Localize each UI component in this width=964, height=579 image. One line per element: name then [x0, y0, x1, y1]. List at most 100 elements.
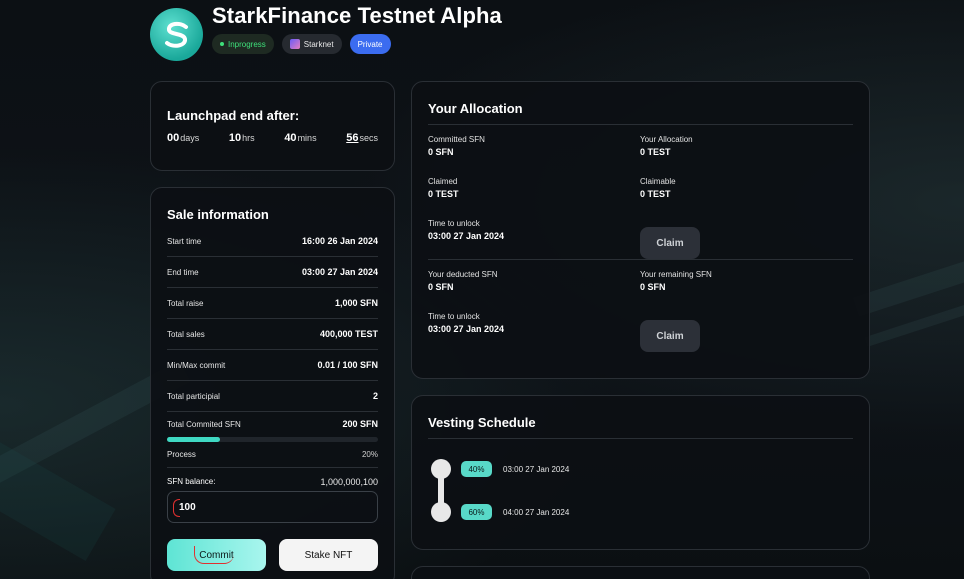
- sale-row-total-participants: Total participial 2: [167, 381, 378, 412]
- process-value: 20%: [361, 450, 378, 459]
- claimable-label: Claimable: [640, 177, 676, 186]
- allocation-grid-bottom: Your deducted SFN 0 SFN Your remaining S…: [428, 260, 853, 352]
- claimable-cell: Claimable 0 TEST: [640, 167, 852, 209]
- claim-button[interactable]: Claim: [640, 320, 700, 352]
- sale-row-value: 03:00 27 Jan 2024: [301, 267, 378, 277]
- allocation-heading: Your Allocation: [428, 101, 853, 125]
- time-to-unlock-cell: Time to unlock 03:00 27 Jan 2024: [428, 302, 640, 344]
- vesting-item: 60% 04:00 27 Jan 2024: [461, 504, 569, 520]
- countdown-timer: 00 days 10 hrs 40 mins 56 secs: [167, 132, 378, 144]
- balance-value: 1,000,000,100: [320, 477, 378, 487]
- sale-row-value: 0.01 / 100 SFN: [317, 360, 378, 370]
- sale-row-label: Start time: [167, 236, 202, 246]
- time-to-unlock-cell: Time to unlock 03:00 27 Jan 2024: [428, 209, 640, 251]
- sale-row-process: Process 20%: [167, 442, 378, 468]
- chain-badge-label: Starknet: [303, 39, 334, 49]
- countdown-days-unit: days: [180, 133, 200, 143]
- project-logo-icon: [150, 8, 203, 61]
- time-to-unlock-label: Time to unlock: [428, 219, 480, 228]
- sale-row-end-time: End time 03:00 27 Jan 2024: [167, 257, 378, 288]
- claim-button-label: Claim: [656, 330, 684, 342]
- sale-row-total-sales: Total sales 400,000 TEST: [167, 319, 378, 350]
- committed-sfn-label: Committed SFN: [428, 135, 485, 144]
- sale-row-label: Total sales: [167, 329, 205, 339]
- countdown-hours-value: 10: [228, 132, 242, 144]
- sale-row-label: Total raise: [167, 298, 204, 308]
- time-to-unlock-label: Time to unlock: [428, 312, 480, 321]
- sale-row-label: Min/Max commit: [167, 360, 226, 370]
- sale-row-value: 400,000 TEST: [319, 329, 378, 339]
- vesting-timeline: 40% 03:00 27 Jan 2024 60% 04:00 27 Jan 2…: [428, 439, 853, 539]
- balance-row: SFN balance: 1,000,000,100: [167, 477, 378, 487]
- remaining-sfn-value: 0 SFN: [640, 282, 666, 292]
- deducted-sfn-label: Your deducted SFN: [428, 270, 498, 279]
- vesting-heading: Vesting Schedule: [428, 415, 853, 439]
- claim-button-label: Claim: [656, 237, 684, 249]
- project-header: StarkFinance Testnet Alpha Inprogress St…: [150, 4, 502, 61]
- sale-heading: Sale information: [167, 207, 269, 222]
- time-to-unlock-value: 03:00 27 Jan 2024: [428, 231, 505, 241]
- remaining-sfn-cell: Your remaining SFN 0 SFN: [640, 260, 852, 302]
- remaining-sfn-label: Your remaining SFN: [640, 270, 712, 279]
- private-badge-label: Private: [357, 39, 383, 49]
- vesting-percent-badge: 60%: [461, 504, 492, 520]
- sale-row-value: 16:00 26 Jan 2024: [301, 236, 378, 246]
- status-badge: Inprogress: [212, 34, 274, 54]
- commit-amount-input[interactable]: [179, 501, 377, 513]
- balance-label: SFN balance:: [167, 477, 216, 486]
- stake-nft-button[interactable]: Stake NFT: [279, 539, 378, 571]
- countdown-heading: Launchpad end after:: [167, 108, 300, 123]
- sale-row-total-raise: Total raise 1,000 SFN: [167, 288, 378, 319]
- countdown-seconds-value: 56: [346, 132, 359, 144]
- countdown-hours-unit: hrs: [242, 133, 255, 143]
- sale-row-value: 200 SFN: [342, 419, 378, 429]
- countdown-minutes: 40 mins: [284, 132, 316, 144]
- vesting-date: 04:00 27 Jan 2024: [503, 507, 570, 517]
- sale-row-label: Total Commited SFN: [167, 419, 241, 429]
- status-badge-label: Inprogress: [228, 39, 266, 49]
- sale-information-card: Sale information Start time 16:00 26 Jan…: [150, 187, 395, 579]
- countdown-minutes-value: 40: [284, 132, 297, 144]
- project-badges: Inprogress Starknet Private: [212, 34, 502, 54]
- your-allocation-label: Your Allocation: [640, 135, 693, 144]
- red-annotation-mark: [194, 546, 234, 564]
- time-to-unlock-value: 03:00 27 Jan 2024: [428, 324, 505, 334]
- countdown-hours: 10 hrs: [229, 132, 255, 144]
- sale-row-value: 1,000 SFN: [334, 298, 378, 308]
- sale-row-label: Total participial: [167, 391, 220, 401]
- allocation-card: Your Allocation Committed SFN 0 SFN Your…: [411, 81, 870, 379]
- countdown-days-value: 00: [167, 132, 180, 144]
- claim-cell: Claim: [640, 209, 852, 259]
- vesting-schedule-card: Vesting Schedule 40% 03:00 27 Jan 2024 6…: [411, 395, 870, 550]
- deducted-sfn-cell: Your deducted SFN 0 SFN: [428, 260, 640, 302]
- commit-button[interactable]: Commit: [167, 539, 266, 571]
- allocation-grid-top: Committed SFN 0 SFN Your Allocation 0 TE…: [428, 125, 853, 259]
- starknet-icon: [289, 39, 300, 49]
- background-stripe: [0, 439, 116, 561]
- stake-nft-button-label: Stake NFT: [304, 549, 353, 561]
- red-annotation-mark: [173, 499, 180, 517]
- vesting-date: 03:00 27 Jan 2024: [503, 464, 570, 474]
- next-card: [411, 566, 870, 579]
- countdown-seconds: 56 secs: [346, 132, 378, 144]
- claimed-label: Claimed: [428, 177, 458, 186]
- claimed-value: 0 TEST: [428, 189, 459, 199]
- claimable-value: 0 TEST: [640, 189, 671, 199]
- vesting-percent-badge: 40%: [461, 461, 492, 477]
- sale-row-label: End time: [167, 267, 199, 277]
- deducted-sfn-value: 0 SFN: [428, 282, 454, 292]
- commit-amount-field[interactable]: [167, 491, 378, 523]
- claim-button[interactable]: Claim: [640, 227, 700, 259]
- your-allocation-cell: Your Allocation 0 TEST: [640, 125, 852, 167]
- vesting-item: 40% 03:00 27 Jan 2024: [461, 461, 569, 477]
- sale-actions: Commit Stake NFT: [167, 539, 378, 571]
- claimed-cell: Claimed 0 TEST: [428, 167, 640, 209]
- chain-badge: Starknet: [281, 34, 342, 54]
- countdown-minutes-unit: mins: [297, 133, 317, 143]
- claim-cell: Claim: [640, 302, 852, 352]
- committed-sfn-value: 0 SFN: [428, 147, 454, 157]
- countdown-days: 00 days: [167, 132, 199, 144]
- countdown-card: Launchpad end after: 00 days 10 hrs 40 m…: [150, 81, 395, 171]
- timeline-dot-icon: [431, 502, 451, 522]
- process-label: Process: [167, 450, 196, 459]
